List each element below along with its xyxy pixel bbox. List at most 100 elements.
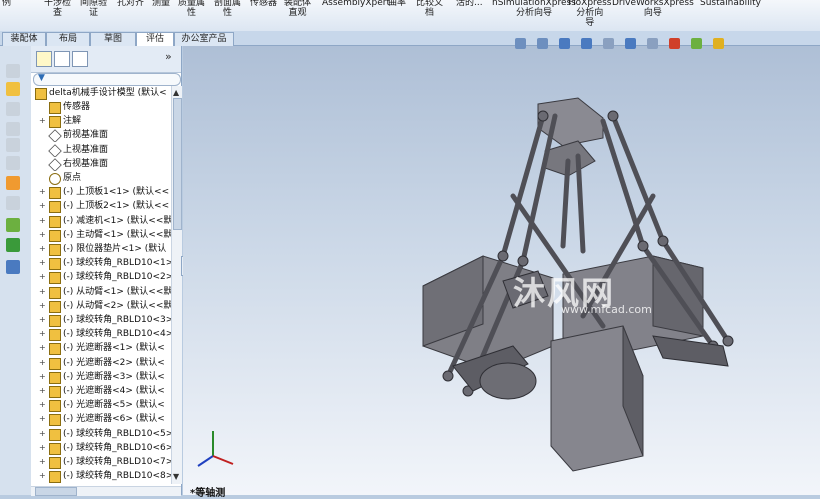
tree-item[interactable]: + (-) 上顶板2<1> (默认<<: [31, 199, 171, 214]
feature-manager-tab-icon[interactable]: [36, 51, 52, 67]
ribbon-item[interactable]: 干涉检 查: [44, 0, 71, 18]
ribbon-item[interactable]: AssemblyXpert: [322, 0, 390, 8]
expand-icon[interactable]: +: [39, 387, 46, 395]
tool-icon[interactable]: [6, 196, 20, 210]
tree-item[interactable]: + (-) 上顶板1<1> (默认<<: [31, 185, 171, 200]
expand-icon[interactable]: [39, 146, 46, 153]
expand-icon[interactable]: +: [39, 472, 46, 480]
property-manager-tab-icon[interactable]: [54, 51, 70, 67]
view-tool-icon[interactable]: [625, 38, 636, 49]
expand-icon[interactable]: +: [39, 316, 46, 324]
expand-icon[interactable]: [39, 174, 46, 181]
view-tool-icon[interactable]: [691, 38, 702, 49]
tree-item[interactable]: 上视基准面: [31, 143, 171, 157]
tree-item[interactable]: + (-) 球绞转角_RBLD10<2>: [31, 270, 171, 285]
tree-item[interactable]: + (-) 球绞转角_RBLD10<7>: [31, 455, 171, 469]
tool-icon[interactable]: [6, 176, 20, 190]
ribbon-item[interactable]: 孔对齐: [117, 0, 144, 8]
ribbon-item[interactable]: 比较文 档: [416, 0, 443, 18]
expand-icon[interactable]: +: [39, 458, 46, 466]
tree-item[interactable]: + (-) 光遮断器<1> (默认<: [31, 341, 171, 356]
view-tool-icon[interactable]: [537, 38, 548, 49]
expand-icon[interactable]: +: [39, 117, 46, 125]
expand-icon[interactable]: +: [39, 401, 46, 409]
view-tool-icon[interactable]: [603, 38, 614, 49]
tree-item[interactable]: + (-) 光遮断器<2> (默认<: [31, 356, 171, 370]
tab-item[interactable]: 布局: [46, 32, 90, 46]
tree-root[interactable]: delta机械手设计模型 (默认<: [31, 86, 171, 100]
ribbon-item[interactable]: 活的...: [456, 0, 483, 8]
expand-icon[interactable]: +: [39, 358, 46, 366]
tab-item[interactable]: 草图: [90, 32, 136, 46]
view-tool-icon[interactable]: [581, 38, 592, 49]
expand-icon[interactable]: +: [39, 188, 46, 196]
expand-icon[interactable]: [39, 131, 46, 138]
expand-icon[interactable]: +: [39, 230, 46, 238]
tool-icon[interactable]: [6, 122, 20, 136]
tree-item[interactable]: + (-) 光遮断器<5> (默认<: [31, 398, 171, 413]
view-tool-icon[interactable]: [669, 38, 680, 49]
scroll-down-icon[interactable]: ▼: [173, 472, 179, 481]
view-tool-icon[interactable]: [713, 38, 724, 49]
tree-item[interactable]: + (-) 球绞转角_RBLD10<6>: [31, 441, 171, 455]
expand-icon[interactable]: +: [39, 301, 46, 309]
view-tool-icon[interactable]: [559, 38, 570, 49]
tree-item[interactable]: + (-) 球绞转角_RBLD10<4>: [31, 327, 171, 342]
tree-item[interactable]: + (-) 主动臂<1> (默认<<默: [31, 228, 171, 242]
tab-item[interactable]: 装配体: [2, 32, 46, 46]
expand-icon[interactable]: +: [39, 245, 46, 253]
ribbon-item[interactable]: 装配体 直观: [284, 0, 311, 18]
ribbon-item[interactable]: FloXpress 分析向 导: [568, 0, 611, 28]
expand-icon[interactable]: +: [39, 273, 46, 281]
tree-item[interactable]: + 注解: [31, 114, 171, 129]
ribbon-item[interactable]: 例: [2, 0, 11, 8]
tree-item[interactable]: 传感器: [31, 100, 171, 114]
expand-icon[interactable]: +: [39, 287, 46, 295]
expand-icon[interactable]: +: [39, 372, 46, 380]
ribbon-item[interactable]: nSimulationXpress 分析向导: [492, 0, 576, 18]
ribbon-item[interactable]: 质量属 性: [178, 0, 205, 18]
expand-icon[interactable]: +: [39, 415, 46, 423]
ribbon-item[interactable]: 测量: [152, 0, 170, 8]
tab-item[interactable]: 评估: [136, 32, 174, 46]
expand-panel-icon[interactable]: »: [165, 50, 172, 63]
tree-item[interactable]: + (-) 球绞转角_RBLD10<3>: [31, 313, 171, 327]
scrollbar-thumb[interactable]: [173, 98, 182, 230]
view-tool-icon[interactable]: [647, 38, 658, 49]
expand-icon[interactable]: [39, 160, 46, 167]
expand-icon[interactable]: [39, 103, 46, 110]
view-tool-icon[interactable]: [515, 38, 526, 49]
tree-item[interactable]: + (-) 光遮断器<3> (默认<: [31, 370, 171, 384]
expand-icon[interactable]: +: [39, 216, 46, 224]
ribbon-item[interactable]: 剖面属 性: [214, 0, 241, 18]
ribbon-item[interactable]: 曲率: [388, 0, 406, 8]
tree-item[interactable]: + (-) 球绞转角_RBLD10<8>: [31, 469, 171, 484]
tool-icon[interactable]: [6, 64, 20, 78]
ribbon-item[interactable]: Sustainability: [700, 0, 761, 8]
tree-item[interactable]: + (-) 球绞转角_RBLD10<1>: [31, 256, 171, 271]
tab-item[interactable]: 办公室产品: [174, 32, 234, 46]
tree-item[interactable]: + (-) 限位器垫片<1> (默认: [31, 242, 171, 256]
tree-item[interactable]: + (-) 从动臂<2> (默认<<默: [31, 299, 171, 313]
tree-item[interactable]: + (-) 球绞转角_RBLD10<5>: [31, 427, 171, 441]
expand-icon[interactable]: +: [39, 429, 46, 437]
expand-icon[interactable]: +: [39, 330, 46, 338]
tree-item[interactable]: + (-) 从动臂<1> (默认<<默: [31, 285, 171, 299]
tool-icon[interactable]: [6, 238, 20, 252]
ribbon-item[interactable]: 间隙验 证: [80, 0, 107, 18]
expand-icon[interactable]: +: [39, 202, 46, 210]
tool-icon[interactable]: [6, 82, 20, 96]
tree-item[interactable]: + (-) 光遮断器<4> (默认<: [31, 384, 171, 398]
expand-icon[interactable]: +: [39, 259, 46, 267]
tool-icon[interactable]: [6, 102, 20, 116]
ribbon-item[interactable]: 传感器: [250, 0, 277, 8]
tree-item[interactable]: 前视基准面: [31, 128, 171, 143]
tree-item[interactable]: + (-) 光遮断器<6> (默认<: [31, 412, 171, 427]
configuration-manager-tab-icon[interactable]: [72, 51, 88, 67]
tree-item[interactable]: + (-) 减速机<1> (默认<<默: [31, 214, 171, 228]
tool-icon[interactable]: [6, 260, 20, 274]
graphics-viewport[interactable]: 沐风网 www.mfcad.com: [183, 46, 820, 495]
tree-filter[interactable]: ▼: [33, 73, 181, 86]
expand-icon[interactable]: +: [39, 443, 46, 451]
tree-item[interactable]: 原点: [31, 171, 171, 185]
